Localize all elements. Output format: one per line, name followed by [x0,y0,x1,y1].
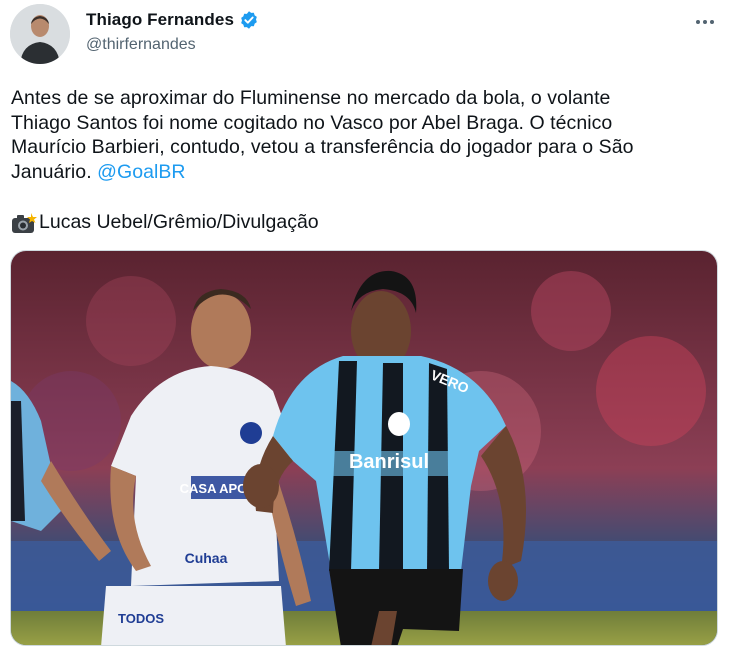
opponent-sponsor-2: Cuhaa [185,550,228,566]
tweet-text-line: Januário. @GoalBR [11,160,711,185]
author-name-row: Thiago Fernandes [86,10,259,30]
author-avatar[interactable] [10,4,70,64]
avatar-photo [10,4,70,64]
football-match-photo: CASA APOSTA Cuhaa TODOS Banrisul VERO [11,251,717,645]
camera-flash-icon [11,212,37,234]
jersey-sponsor-text: Banrisul [349,451,429,473]
photo-credit: Lucas Uebel/Grêmio/Divulgação [11,210,319,235]
verified-badge-icon [239,10,259,30]
opponent-shorts-text: TODOS [118,611,164,626]
tweet-card: Thiago Fernandes @thirfernandes Antes de… [0,0,733,666]
author-handle[interactable]: @thirfernandes [86,36,196,54]
author-display-name[interactable]: Thiago Fernandes [86,10,234,30]
tweet-text-line: Thiago Santos foi nome cogitado no Vasco… [11,111,613,134]
tweet-photo[interactable]: CASA APOSTA Cuhaa TODOS Banrisul VERO [10,250,718,646]
tweet-text-line: Antes de se aproximar do Fluminense no m… [11,87,611,109]
tweet-text-line: Maurício Barbieri, contudo, vetou a tran… [11,136,634,159]
mention-link[interactable]: @GoalBR [97,161,185,183]
photo-credit-text: Lucas Uebel/Grêmio/Divulgação [39,211,319,233]
more-options-button[interactable] [691,8,719,36]
tweet-text-end: Januário. [11,160,92,183]
tweet-text: Antes de se aproximar do Fluminense no m… [11,86,711,184]
more-dots-icon [696,20,714,24]
